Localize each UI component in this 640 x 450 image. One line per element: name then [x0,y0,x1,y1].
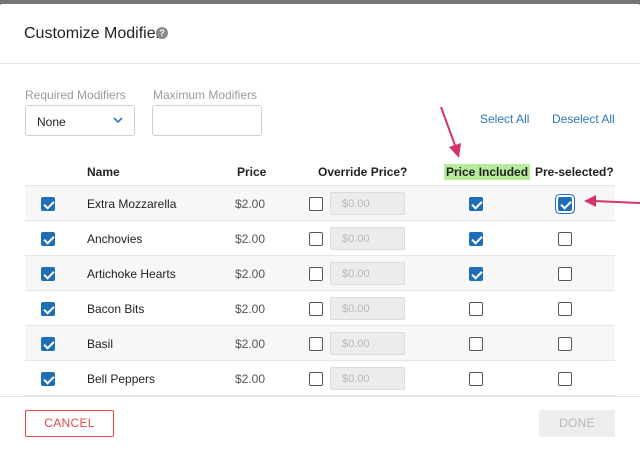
column-header-override-price: Override Price? [318,165,408,179]
modifier-price: $2.00 [235,197,266,211]
modifier-name: Artichoke Hearts [87,267,176,281]
table-row: Artichoke Hearts $2.00 $0.00 [25,256,615,291]
question-circle-icon[interactable]: ? [156,27,168,39]
price-included-checkbox[interactable] [469,232,483,246]
override-price-placeholder: $0.00 [342,268,370,280]
modifier-name: Bacon Bits [87,302,145,316]
preselected-checkbox[interactable] [558,372,572,386]
modifier-name: Bell Peppers [87,372,156,386]
row-select-checkbox[interactable] [41,337,55,351]
override-price-input[interactable]: $0.00 [330,227,405,250]
override-price-placeholder: $0.00 [342,303,370,315]
cancel-button[interactable]: CANCEL [25,410,114,437]
price-included-checkbox[interactable] [469,372,483,386]
override-price-input[interactable]: $0.00 [330,297,405,320]
modifier-price: $2.00 [235,302,266,316]
modifier-price: $2.00 [235,267,266,281]
maximum-modifiers-label: Maximum Modifiers [153,88,258,102]
override-price-placeholder: $0.00 [342,338,370,350]
modifier-name: Basil [87,337,114,351]
preselected-checkbox[interactable] [558,302,572,316]
override-price-checkbox[interactable] [309,302,323,316]
override-price-placeholder: $0.00 [342,373,370,385]
override-price-checkbox[interactable] [309,372,323,386]
override-price-checkbox[interactable] [309,197,323,211]
override-price-input[interactable]: $0.00 [330,192,405,215]
select-all-link[interactable]: Select All [480,112,529,126]
table-row: Basil $2.00 $0.00 [25,326,615,361]
maximum-modifiers-input[interactable] [152,105,262,136]
modifier-price: $2.00 [235,232,266,246]
override-price-placeholder: $0.00 [342,198,370,210]
price-included-checkbox[interactable] [469,197,483,211]
dialog-header: Customize Modifier ? [0,4,640,64]
row-select-checkbox[interactable] [41,302,55,316]
override-price-checkbox[interactable] [309,267,323,281]
override-price-checkbox[interactable] [309,337,323,351]
table-row: Extra Mozzarella $2.00 $0.00 [25,186,615,221]
table-row: Bell Peppers $2.00 $0.00 [25,361,615,396]
required-modifiers-value: None [37,115,66,129]
preselected-checkbox[interactable] [558,267,572,281]
done-button[interactable]: DONE [539,410,615,437]
price-included-checkbox[interactable] [469,267,483,281]
column-header-price: Price [237,165,267,179]
required-modifiers-label: Required Modifiers [25,88,126,102]
dialog-title: Customize Modifier [24,25,161,42]
override-price-checkbox[interactable] [309,232,323,246]
price-included-checkbox[interactable] [469,302,483,316]
chevron-down-icon [113,117,123,124]
deselect-all-link[interactable]: Deselect All [552,112,615,126]
preselected-checkbox[interactable] [558,232,572,246]
preselected-checkbox[interactable] [558,197,572,211]
price-included-checkbox[interactable] [469,337,483,351]
customize-modifier-dialog: Customize Modifier ? Required Modifiers … [0,4,640,450]
column-header-price-included: Price Included [444,164,531,180]
override-price-input[interactable]: $0.00 [330,332,405,355]
override-price-input[interactable]: $0.00 [330,367,405,390]
row-select-checkbox[interactable] [41,197,55,211]
row-select-checkbox[interactable] [41,267,55,281]
override-price-placeholder: $0.00 [342,233,370,245]
row-select-checkbox[interactable] [41,232,55,246]
required-modifiers-select[interactable]: None [25,105,135,136]
modifier-price: $2.00 [235,372,266,386]
row-select-checkbox[interactable] [41,372,55,386]
table-row: Anchovies $2.00 $0.00 [25,221,615,256]
modifier-name: Extra Mozzarella [87,197,177,211]
table-row: Bacon Bits $2.00 $0.00 [25,291,615,326]
preselected-checkbox[interactable] [558,337,572,351]
dialog-footer: CANCEL DONE [0,396,640,450]
modifier-name: Anchovies [87,232,143,246]
column-header-preselected: Pre-selected? [535,165,614,179]
override-price-input[interactable]: $0.00 [330,262,405,285]
modifier-price: $2.00 [235,337,266,351]
column-header-name: Name [87,165,120,179]
